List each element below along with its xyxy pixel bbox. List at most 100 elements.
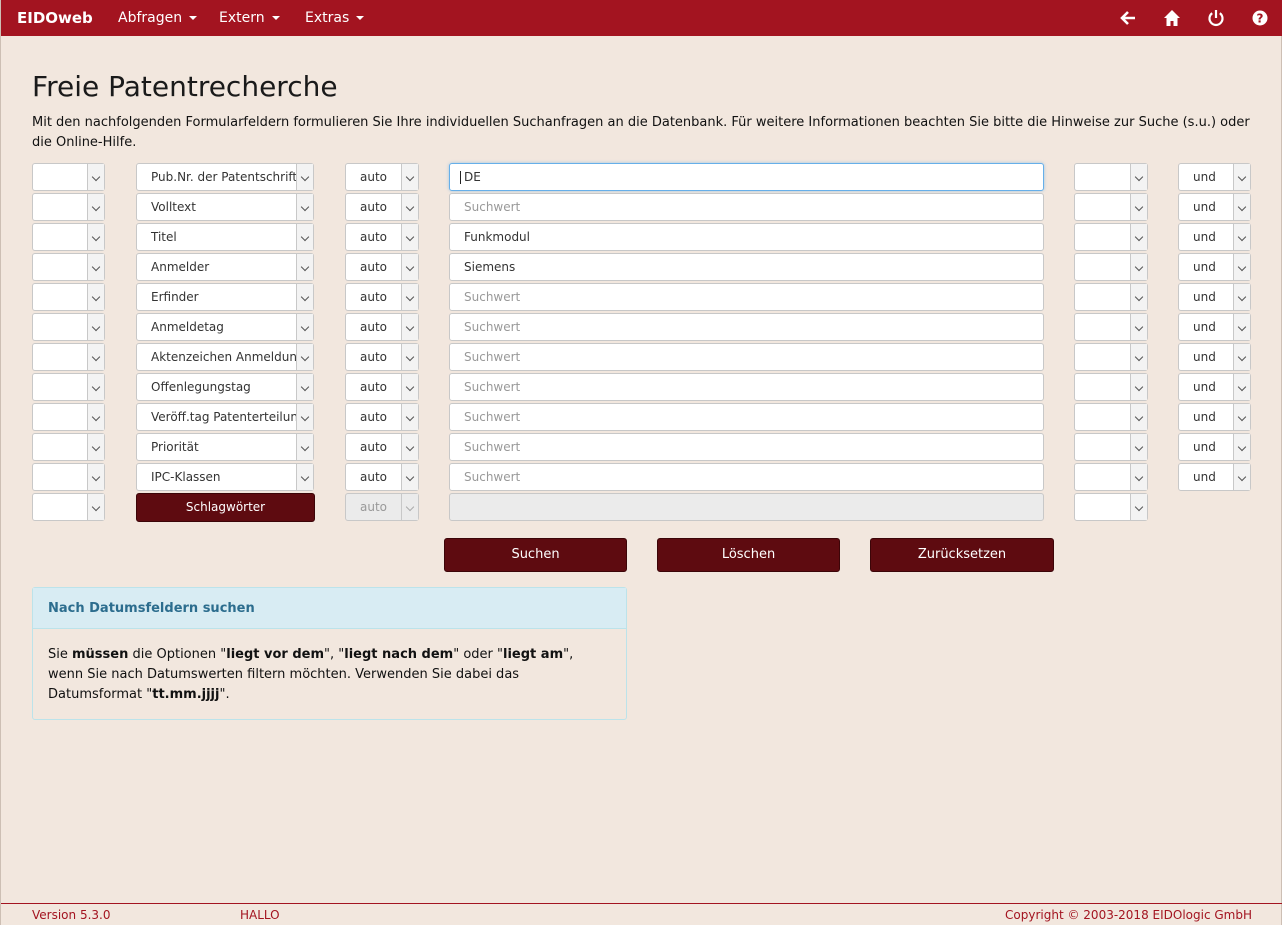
bracket-open-select[interactable]: [32, 433, 105, 461]
chevron-down-icon: [401, 314, 418, 340]
reset-button[interactable]: Zurücksetzen: [870, 538, 1054, 572]
chevron-down-icon: [1233, 374, 1250, 400]
operator-select[interactable]: und: [1178, 313, 1251, 341]
field-select[interactable]: Pub.Nr. der Patentschrift: [136, 163, 314, 191]
bracket-open-select[interactable]: [32, 313, 105, 341]
mode-select[interactable]: auto: [345, 283, 419, 311]
menu-extern[interactable]: Extern: [219, 10, 280, 26]
search-value-input[interactable]: Funkmodul: [449, 223, 1044, 251]
bracket-close-select[interactable]: [1074, 283, 1148, 311]
bracket-open-select[interactable]: [32, 493, 105, 521]
mode-select[interactable]: auto: [345, 313, 419, 341]
chevron-down-icon: [87, 314, 104, 340]
bracket-close-select[interactable]: [1074, 463, 1148, 491]
bracket-open-select[interactable]: [32, 343, 105, 371]
field-select[interactable]: Priorität: [136, 433, 314, 461]
operator-select[interactable]: und: [1178, 193, 1251, 221]
chevron-down-icon: [296, 464, 313, 490]
copyright-label: Copyright © 2003-2018 EIDOlogic GmbH: [1005, 908, 1252, 922]
chevron-down-icon: [87, 164, 104, 190]
back-arrow-icon[interactable]: [1118, 8, 1138, 28]
info-panel-body: Sie müssen die Optionen "liegt vor dem",…: [48, 647, 574, 702]
field-select[interactable]: Erfinder: [136, 283, 314, 311]
chevron-down-icon: [401, 464, 418, 490]
bracket-open-select[interactable]: [32, 403, 105, 431]
help-icon[interactable]: ?: [1250, 8, 1270, 28]
search-button[interactable]: Suchen: [444, 538, 627, 572]
power-icon[interactable]: [1206, 8, 1226, 28]
chevron-down-icon: [1130, 284, 1147, 310]
field-select[interactable]: Aktenzeichen Anmeldung: [136, 343, 314, 371]
bracket-open-select[interactable]: [32, 463, 105, 491]
chevron-down-icon: [1233, 434, 1250, 460]
field-select[interactable]: Offenlegungstag: [136, 373, 314, 401]
bracket-close-select[interactable]: [1074, 163, 1148, 191]
operator-select[interactable]: und: [1178, 403, 1251, 431]
chevron-down-icon: [87, 374, 104, 400]
bracket-close-select[interactable]: [1074, 343, 1148, 371]
bracket-close-select[interactable]: [1074, 433, 1148, 461]
field-select[interactable]: Veröff.tag Patenterteilung: [136, 403, 314, 431]
bracket-close-select[interactable]: [1074, 193, 1148, 221]
mode-select[interactable]: auto: [345, 403, 419, 431]
mode-select[interactable]: auto: [345, 193, 419, 221]
chevron-down-icon: [1130, 224, 1147, 250]
field-select[interactable]: Titel: [136, 223, 314, 251]
operator-select[interactable]: und: [1178, 373, 1251, 401]
mode-select[interactable]: auto: [345, 163, 419, 191]
field-select[interactable]: Volltext: [136, 193, 314, 221]
bracket-open-select[interactable]: [32, 253, 105, 281]
operator-select[interactable]: und: [1178, 343, 1251, 371]
chevron-down-icon: [296, 404, 313, 430]
bracket-close-select[interactable]: [1074, 223, 1148, 251]
field-select[interactable]: Anmeldetag: [136, 313, 314, 341]
bracket-close-select[interactable]: [1074, 493, 1148, 521]
operator-select[interactable]: und: [1178, 223, 1251, 251]
operator-select[interactable]: und: [1178, 253, 1251, 281]
mode-select[interactable]: auto: [345, 343, 419, 371]
field-select[interactable]: IPC-Klassen: [136, 463, 314, 491]
search-value-input[interactable]: Suchwert: [449, 373, 1044, 401]
bracket-close-select[interactable]: [1074, 373, 1148, 401]
search-value-input[interactable]: DE: [449, 163, 1044, 191]
chevron-down-icon: [87, 194, 104, 220]
operator-select[interactable]: und: [1178, 283, 1251, 311]
chevron-down-icon: [1233, 464, 1250, 490]
bracket-open-select[interactable]: [32, 283, 105, 311]
operator-select[interactable]: und: [1178, 463, 1251, 491]
bracket-open-select[interactable]: [32, 163, 105, 191]
bracket-open-select[interactable]: [32, 373, 105, 401]
menu-extras[interactable]: Extras: [305, 10, 365, 26]
home-icon[interactable]: [1162, 8, 1182, 28]
operator-select[interactable]: und: [1178, 433, 1251, 461]
search-value-input[interactable]: Suchwert: [449, 343, 1044, 371]
mode-select[interactable]: auto: [345, 373, 419, 401]
operator-select[interactable]: und: [1178, 163, 1251, 191]
keywords-button[interactable]: Schlagwörter: [136, 493, 315, 522]
search-value-input[interactable]: Suchwert: [449, 463, 1044, 491]
chevron-down-icon: [296, 434, 313, 460]
chevron-down-icon: [401, 494, 418, 520]
menu-abfragen[interactable]: Abfragen: [118, 10, 198, 26]
search-value-input[interactable]: Suchwert: [449, 313, 1044, 341]
brand-logo[interactable]: EIDOweb: [17, 9, 93, 27]
mode-select[interactable]: auto: [345, 463, 419, 491]
chevron-down-icon: [296, 164, 313, 190]
mode-select[interactable]: auto: [345, 223, 419, 251]
bracket-open-select[interactable]: [32, 223, 105, 251]
bracket-close-select[interactable]: [1074, 253, 1148, 281]
bracket-close-select[interactable]: [1074, 403, 1148, 431]
chevron-down-icon: [1130, 314, 1147, 340]
search-value-input[interactable]: Siemens: [449, 253, 1044, 281]
clear-button[interactable]: Löschen: [657, 538, 840, 572]
chevron-down-icon: [401, 224, 418, 250]
search-value-input[interactable]: Suchwert: [449, 193, 1044, 221]
mode-select[interactable]: auto: [345, 433, 419, 461]
mode-select[interactable]: auto: [345, 253, 419, 281]
field-select[interactable]: Anmelder: [136, 253, 314, 281]
bracket-close-select[interactable]: [1074, 313, 1148, 341]
search-value-input[interactable]: Suchwert: [449, 433, 1044, 461]
search-value-input[interactable]: Suchwert: [449, 283, 1044, 311]
search-value-input[interactable]: Suchwert: [449, 403, 1044, 431]
bracket-open-select[interactable]: [32, 193, 105, 221]
